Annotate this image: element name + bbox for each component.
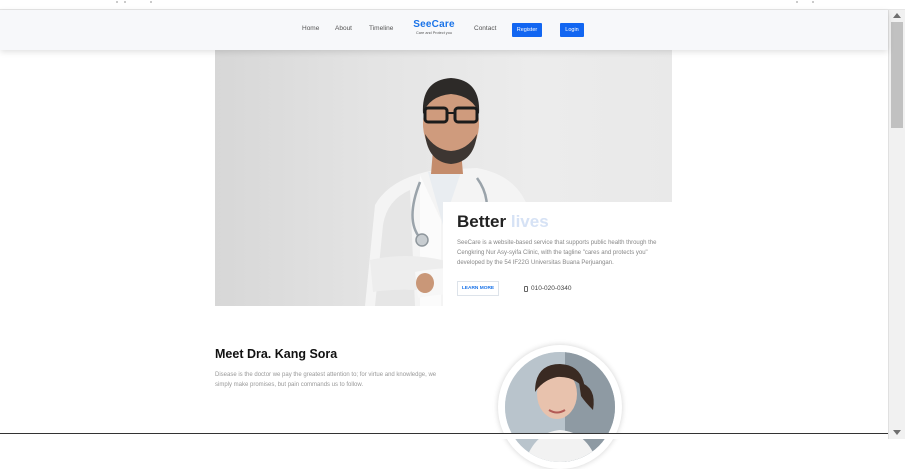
- register-button[interactable]: Register: [512, 23, 542, 37]
- top-strip-dot: [124, 1, 126, 3]
- phone-number: 010-020-0340: [531, 285, 572, 292]
- top-strip-dot: [812, 1, 814, 3]
- scroll-down-arrow-icon[interactable]: [893, 430, 901, 435]
- hero-title: Better lives: [457, 212, 658, 232]
- window-bottom-edge: [0, 433, 888, 439]
- hero-description: SeeCare is a website-based service that …: [457, 240, 657, 266]
- hero-info-card: Better lives SeeCare is a website-based …: [443, 202, 672, 306]
- top-strip-dot: [150, 1, 152, 3]
- brand-logo[interactable]: SeeCare Care and Protect you: [410, 19, 458, 35]
- meet-doctor-title: Meet Dra. Kang Sora: [215, 347, 338, 361]
- navbar: Home About Timeline SeeCare Care and Pro…: [0, 10, 888, 50]
- meet-doctor-text: Disease is the doctor we pay the greates…: [215, 372, 437, 388]
- nav-link-contact[interactable]: Contact: [474, 25, 496, 32]
- phone-contact[interactable]: 010-020-0340: [524, 285, 571, 292]
- nav-link-home[interactable]: Home: [302, 25, 319, 32]
- page-scrollbar[interactable]: [888, 10, 905, 439]
- nav-link-timeline[interactable]: Timeline: [369, 25, 393, 32]
- learn-more-button[interactable]: LEARN MORE: [457, 281, 499, 296]
- hero-title-main: Better: [457, 212, 507, 231]
- brand-tagline: Care and Protect you: [416, 31, 452, 35]
- nav-link-about[interactable]: About: [335, 25, 352, 32]
- doctor-avatar-ring: [498, 345, 622, 469]
- top-strip-dot: [796, 1, 798, 3]
- hero-title-faded: lives: [510, 212, 549, 231]
- scroll-up-arrow-icon[interactable]: [893, 13, 901, 18]
- phone-icon: [524, 285, 528, 292]
- doctor-portrait: [505, 352, 615, 462]
- login-button[interactable]: Login: [560, 23, 584, 37]
- scrollbar-thumb[interactable]: [891, 22, 903, 128]
- browser-top-strip: [0, 0, 905, 10]
- top-strip-dot: [116, 1, 118, 3]
- brand-name: SeeCare: [413, 19, 455, 30]
- avatar: [505, 352, 615, 462]
